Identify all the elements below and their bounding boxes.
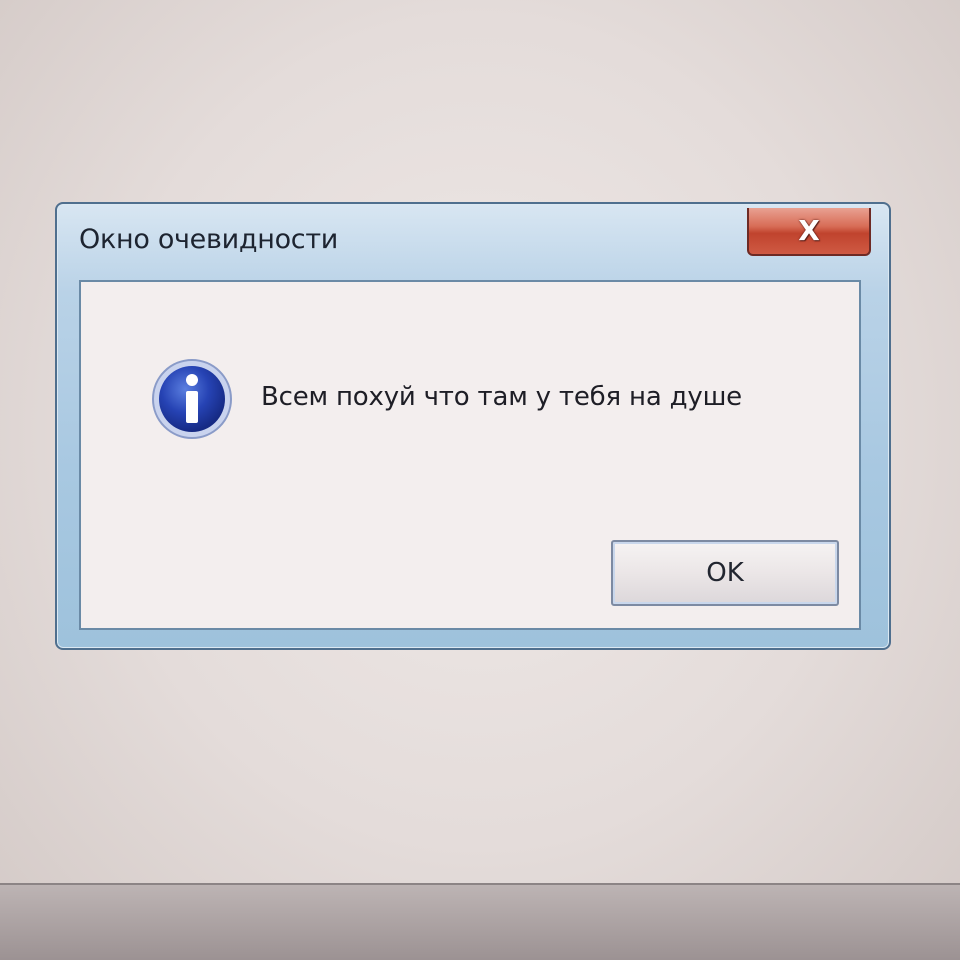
info-icon (152, 359, 232, 439)
close-icon: X (798, 214, 820, 247)
ok-button-label: OK (706, 558, 744, 588)
ok-button[interactable]: OK (611, 540, 839, 606)
monitor-bezel (0, 885, 960, 960)
dialog-title: Окно очевидности (79, 224, 339, 255)
dialog-content: Всем похуй что там у тебя на душе OK (79, 280, 861, 630)
message-box-dialog: Окно очевидности X Всем похуй что там у … (55, 202, 891, 650)
close-button[interactable]: X (747, 208, 871, 256)
dialog-message: Всем похуй что там у тебя на душе (261, 382, 742, 412)
